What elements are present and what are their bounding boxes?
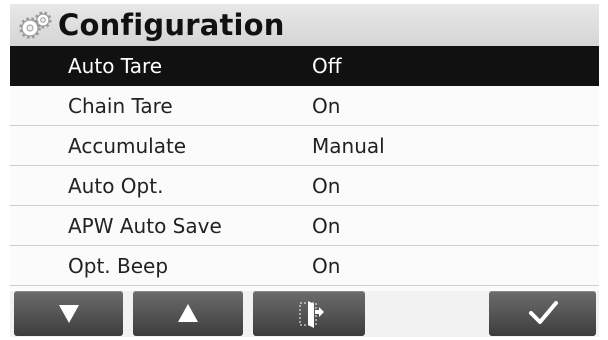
menu-item-label: Opt. Beep bbox=[68, 254, 169, 278]
menu-item-label: Accumulate bbox=[68, 134, 187, 158]
softkey-bar bbox=[10, 291, 599, 337]
gear-icon bbox=[19, 11, 52, 39]
arrow-down-icon bbox=[59, 305, 79, 323]
page-title: Configuration bbox=[58, 8, 285, 42]
arrow-up-icon bbox=[178, 304, 198, 322]
menu-item-label: Auto Tare bbox=[68, 54, 163, 78]
down-button[interactable] bbox=[14, 291, 123, 336]
menu-item-auto-tare[interactable]: Auto Tare Off bbox=[10, 46, 599, 86]
menu-item-auto-opt[interactable]: Auto Opt. On bbox=[10, 166, 599, 206]
confirm-button[interactable] bbox=[489, 291, 596, 336]
menu-item-value: On bbox=[312, 174, 341, 198]
menu-item-accumulate[interactable]: Accumulate Manual bbox=[10, 126, 599, 166]
menu-item-value: On bbox=[312, 254, 341, 278]
menu-item-apw-auto-save[interactable]: APW Auto Save On bbox=[10, 206, 599, 246]
menu-item-label: Chain Tare bbox=[68, 94, 173, 118]
header-bar: Configuration bbox=[10, 4, 599, 46]
menu-item-value: Off bbox=[312, 54, 342, 78]
config-screen: Configuration Auto Tare Off Chain Tare O… bbox=[10, 4, 599, 337]
menu-item-opt-beep[interactable]: Opt. Beep On bbox=[10, 246, 599, 286]
menu-item-value: Manual bbox=[312, 134, 385, 158]
menu-item-label: APW Auto Save bbox=[68, 214, 222, 238]
checkmark-icon bbox=[529, 301, 558, 324]
exit-button[interactable] bbox=[253, 291, 365, 336]
menu-item-chain-tare[interactable]: Chain Tare On bbox=[10, 86, 599, 126]
menu-item-value: On bbox=[312, 214, 341, 238]
exit-icon bbox=[299, 301, 324, 328]
menu-item-label: Auto Opt. bbox=[68, 174, 164, 198]
menu-item-value: On bbox=[312, 94, 341, 118]
up-button[interactable] bbox=[133, 291, 243, 336]
